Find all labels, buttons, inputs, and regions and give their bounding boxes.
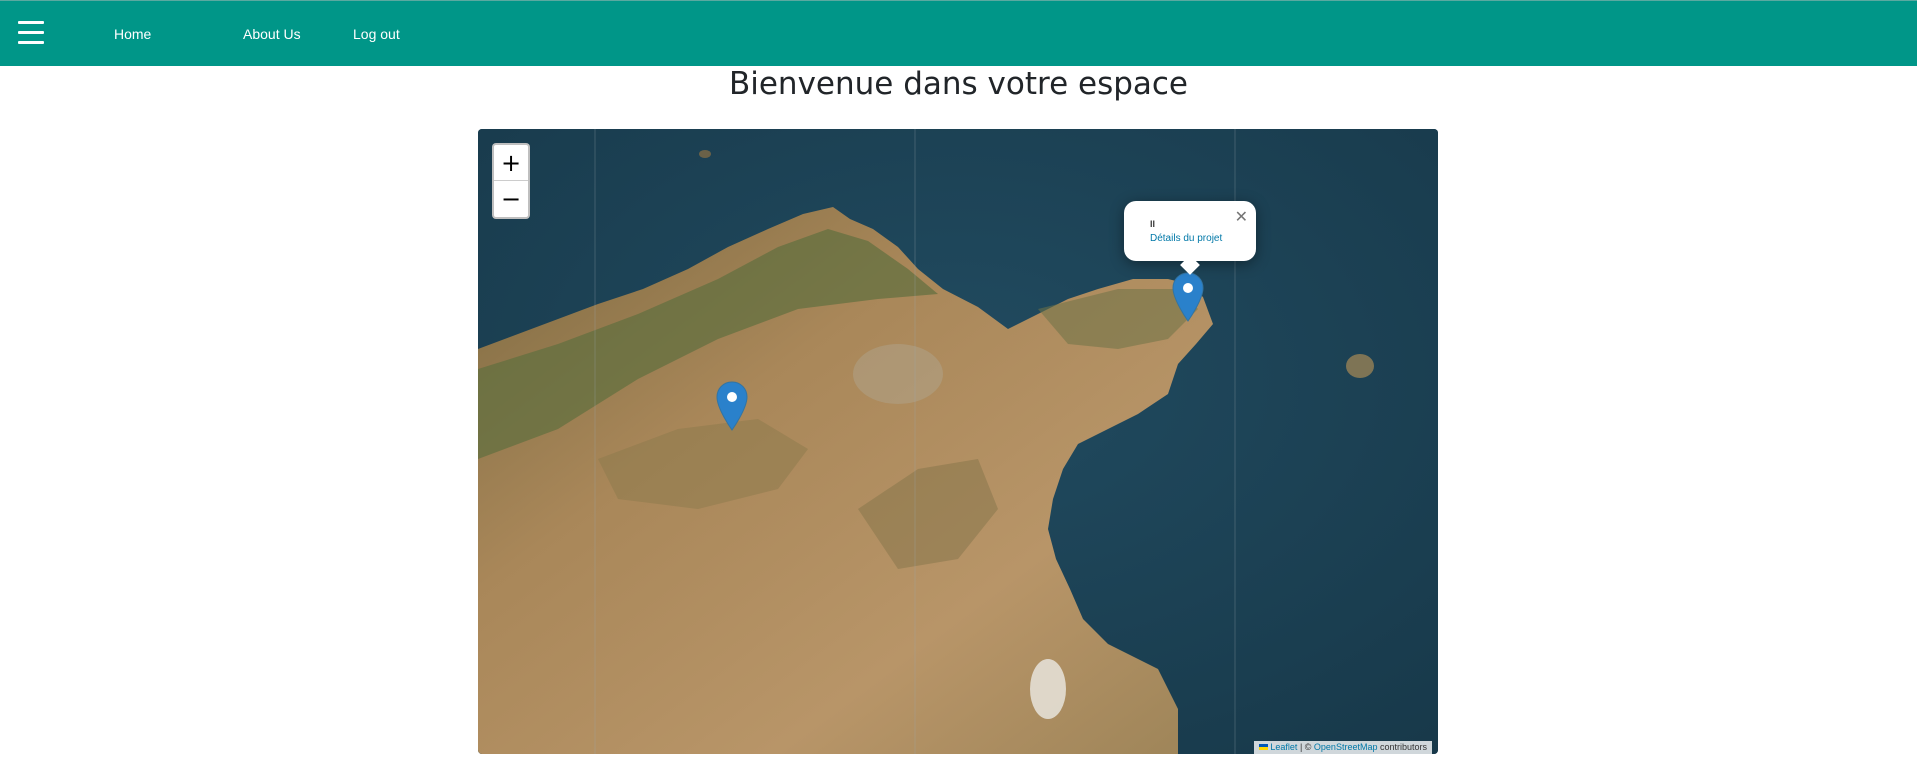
page-title: Bienvenue dans votre espace (728, 66, 1189, 102)
hamburger-icon[interactable] (18, 21, 44, 45)
marker-popup: ✕ ll Détails du projet (1124, 201, 1256, 275)
leaflet-link[interactable]: Leaflet (1270, 742, 1297, 752)
satellite-tiles (478, 129, 1438, 754)
attribution-separator: | © (1297, 742, 1314, 752)
top-navbar: Home About Us Log out (0, 0, 1917, 66)
map-pin-icon[interactable] (1172, 272, 1204, 322)
nav-link-log-out[interactable]: Log out (353, 26, 400, 42)
map-attribution: Leaflet | © OpenStreetMap contributors (1254, 741, 1432, 754)
ukraine-flag-icon (1259, 744, 1269, 750)
map-view[interactable]: + − ✕ ll Détails du projet Leaflet | © O… (478, 129, 1438, 754)
map-pin-icon[interactable] (716, 381, 748, 431)
nav-link-about-us[interactable]: About Us (243, 26, 301, 42)
zoom-control: + − (492, 143, 530, 219)
attribution-suffix: contributors (1377, 742, 1427, 752)
nav-link-home[interactable]: Home (114, 26, 151, 42)
zoom-out-button[interactable]: − (494, 181, 528, 217)
openstreetmap-link[interactable]: OpenStreetMap (1314, 742, 1378, 752)
zoom-in-button[interactable]: + (494, 145, 528, 181)
close-icon[interactable]: ✕ (1235, 207, 1248, 226)
popup-details-link[interactable]: Détails du projet (1150, 233, 1222, 244)
popup-project-name: ll (1150, 219, 1156, 229)
